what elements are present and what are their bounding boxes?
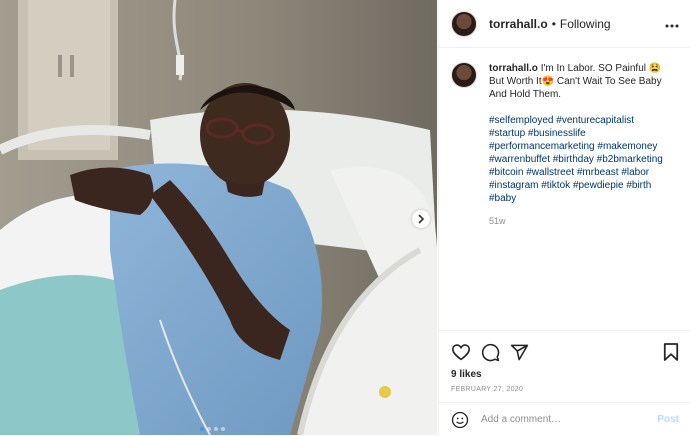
hashtag-link[interactable]: #venturecapitalist bbox=[556, 115, 634, 126]
comments-section: torrahall.o I'm In Labor. SO Painful 😫 B… bbox=[439, 48, 690, 332]
chevron-right-icon bbox=[418, 214, 425, 224]
heart-icon bbox=[451, 344, 471, 361]
hashtag-link[interactable]: #mrbeast bbox=[577, 167, 619, 178]
hashtag-link[interactable]: #startup bbox=[489, 128, 525, 139]
caption-avatar[interactable] bbox=[451, 62, 477, 88]
share-icon bbox=[510, 344, 529, 360]
caption-username[interactable]: torrahall.o bbox=[489, 63, 538, 74]
post-photo[interactable] bbox=[0, 0, 437, 435]
hashtag-link[interactable]: #makemoney bbox=[597, 141, 657, 152]
hashtag-link[interactable]: #instagram bbox=[489, 180, 538, 191]
hashtag-link[interactable]: #performancemarketing bbox=[489, 141, 595, 152]
follow-separator: • bbox=[551, 16, 556, 31]
comment-button[interactable] bbox=[481, 343, 500, 362]
action-icons bbox=[451, 341, 679, 363]
caption-text: torrahall.o I'm In Labor. SO Painful 😫 B… bbox=[489, 62, 669, 228]
post-comment-button[interactable]: Post bbox=[657, 414, 679, 425]
hashtag-link[interactable]: #birthday bbox=[553, 154, 594, 165]
share-button[interactable] bbox=[510, 343, 529, 362]
hashtag-link[interactable]: #bitcoin bbox=[489, 167, 523, 178]
hashtag-link[interactable]: #b2bmarketing bbox=[597, 154, 663, 165]
avatar[interactable] bbox=[451, 10, 477, 37]
photo-illustration bbox=[0, 0, 437, 435]
hashtag-link[interactable]: #selfemployed bbox=[489, 115, 553, 126]
header-username[interactable]: torrahall.o bbox=[489, 17, 548, 31]
carousel-dot bbox=[207, 427, 211, 431]
carousel-dot bbox=[214, 427, 218, 431]
more-horizontal-icon bbox=[665, 24, 679, 27]
post-side-panel: torrahall.o • Following torrahall.o I'm … bbox=[438, 0, 690, 435]
hashtag-link[interactable]: #warrenbuffet bbox=[489, 154, 550, 165]
carousel-dot bbox=[221, 427, 225, 431]
carousel-indicator bbox=[200, 427, 225, 431]
carousel-dot bbox=[200, 427, 204, 431]
comment-icon bbox=[481, 343, 500, 361]
smile-icon bbox=[451, 411, 469, 428]
post-date: FEBRUARY 27, 2020 bbox=[451, 386, 524, 393]
like-button[interactable] bbox=[451, 343, 471, 361]
add-comment-bar: Post bbox=[439, 402, 690, 436]
bookmark-icon bbox=[663, 343, 679, 361]
save-button[interactable] bbox=[663, 342, 679, 362]
hashtag-link[interactable]: #pewdiepie bbox=[573, 180, 624, 191]
hashtag-link[interactable]: #baby bbox=[489, 193, 516, 204]
post-header: torrahall.o • Following bbox=[439, 0, 690, 48]
comment-input[interactable] bbox=[479, 413, 658, 426]
action-bar: 9 likes FEBRUARY 27, 2020 bbox=[439, 330, 690, 393]
caption-row: torrahall.o I'm In Labor. SO Painful 😫 B… bbox=[451, 62, 679, 228]
likes-count[interactable]: 9 likes bbox=[451, 369, 679, 380]
hashtag-link[interactable]: #businesslife bbox=[528, 128, 586, 139]
more-options-button[interactable] bbox=[665, 15, 679, 33]
carousel-next-button[interactable] bbox=[412, 210, 430, 228]
hashtags: #selfemployed #venturecapitalist #startu… bbox=[489, 114, 669, 205]
hashtag-link[interactable]: #wallstreet bbox=[526, 167, 574, 178]
following-button[interactable]: Following bbox=[560, 17, 611, 31]
post-time-ago[interactable]: 51w bbox=[489, 215, 669, 228]
emoji-button[interactable] bbox=[451, 411, 469, 429]
hashtag-link[interactable]: #labor bbox=[621, 167, 649, 178]
hashtag-link[interactable]: #birth bbox=[626, 180, 651, 191]
hashtag-link[interactable]: #tiktok bbox=[541, 180, 570, 191]
